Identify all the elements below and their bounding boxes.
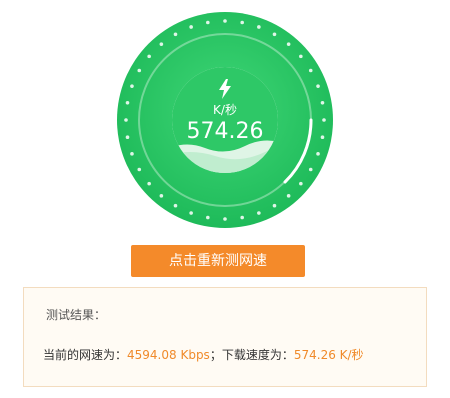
gauge-tick-dot	[257, 25, 261, 29]
gauge-tick-dot	[272, 32, 277, 37]
gauge-tick-dot	[272, 203, 277, 208]
gauge-tick-dot	[316, 152, 320, 156]
gauge-tick-dot	[189, 25, 193, 29]
speed-unit: K/秒	[213, 103, 237, 117]
gauge-tick-dot	[257, 211, 261, 215]
gauge-tick-dot	[223, 217, 227, 221]
gauge-tick-dot	[159, 42, 164, 46]
test-result-panel: 测试结果： 当前的网速为：4594.08 Kbps；下载速度为：574.26 K…	[23, 287, 427, 387]
gauge-tick-dot	[130, 84, 134, 88]
gauge-tick-dot	[137, 68, 142, 73]
gauge-tick-dot	[173, 32, 178, 37]
speed-readout: K/秒 574.26	[172, 67, 278, 173]
gauge-tick-dot	[240, 215, 244, 220]
result-separator: ；	[209, 348, 222, 362]
gauge-tick-dot	[240, 20, 244, 25]
network-speed-value: 4594.08 Kbps	[127, 348, 210, 362]
speed-value: 574.26	[186, 119, 264, 144]
gauge-tick-dot	[125, 135, 130, 139]
gauge-tick-dot	[286, 194, 291, 198]
gauge-tick-dot	[316, 84, 320, 88]
gauge-tick-dot	[206, 20, 210, 25]
gauge-tick-dot	[137, 167, 142, 172]
download-speed-label: 下载速度为：	[221, 348, 294, 362]
download-speed-value: 574.26 K/秒	[293, 348, 364, 362]
gauge-tick-dot	[189, 211, 193, 215]
gauge-tick-dot	[286, 42, 291, 46]
gauge-tick-dot	[308, 68, 313, 73]
gauge-tick-dot	[159, 194, 164, 198]
lightning-bolt-icon	[219, 79, 231, 99]
result-summary: 当前的网速为：4594.08 Kbps；下载速度为：574.26 K/秒	[43, 346, 364, 363]
gauge-tick-dot	[147, 54, 151, 59]
gauge-tick-dot	[299, 54, 303, 59]
gauge-tick-dot	[308, 167, 313, 172]
retest-speed-button[interactable]: 点击重新测网速	[131, 245, 305, 277]
gauge-tick-dot	[124, 118, 128, 122]
gauge-tick-dot	[130, 152, 134, 156]
result-heading: 测试结果：	[46, 308, 107, 322]
gauge-tick-dot	[173, 203, 178, 208]
gauge-tick-dot	[322, 118, 326, 122]
gauge-tick-dot	[223, 19, 227, 23]
gauge-tick-dot	[320, 135, 325, 139]
gauge-tick-dot	[147, 181, 151, 186]
speed-gauge: K/秒 574.26	[115, 10, 335, 230]
gauge-tick-dot	[206, 215, 210, 220]
gauge-tick-dot	[125, 101, 130, 105]
gauge-tick-dot	[299, 181, 303, 186]
network-speed-label: 当前的网速为：	[43, 348, 128, 362]
gauge-tick-dot	[320, 101, 325, 105]
